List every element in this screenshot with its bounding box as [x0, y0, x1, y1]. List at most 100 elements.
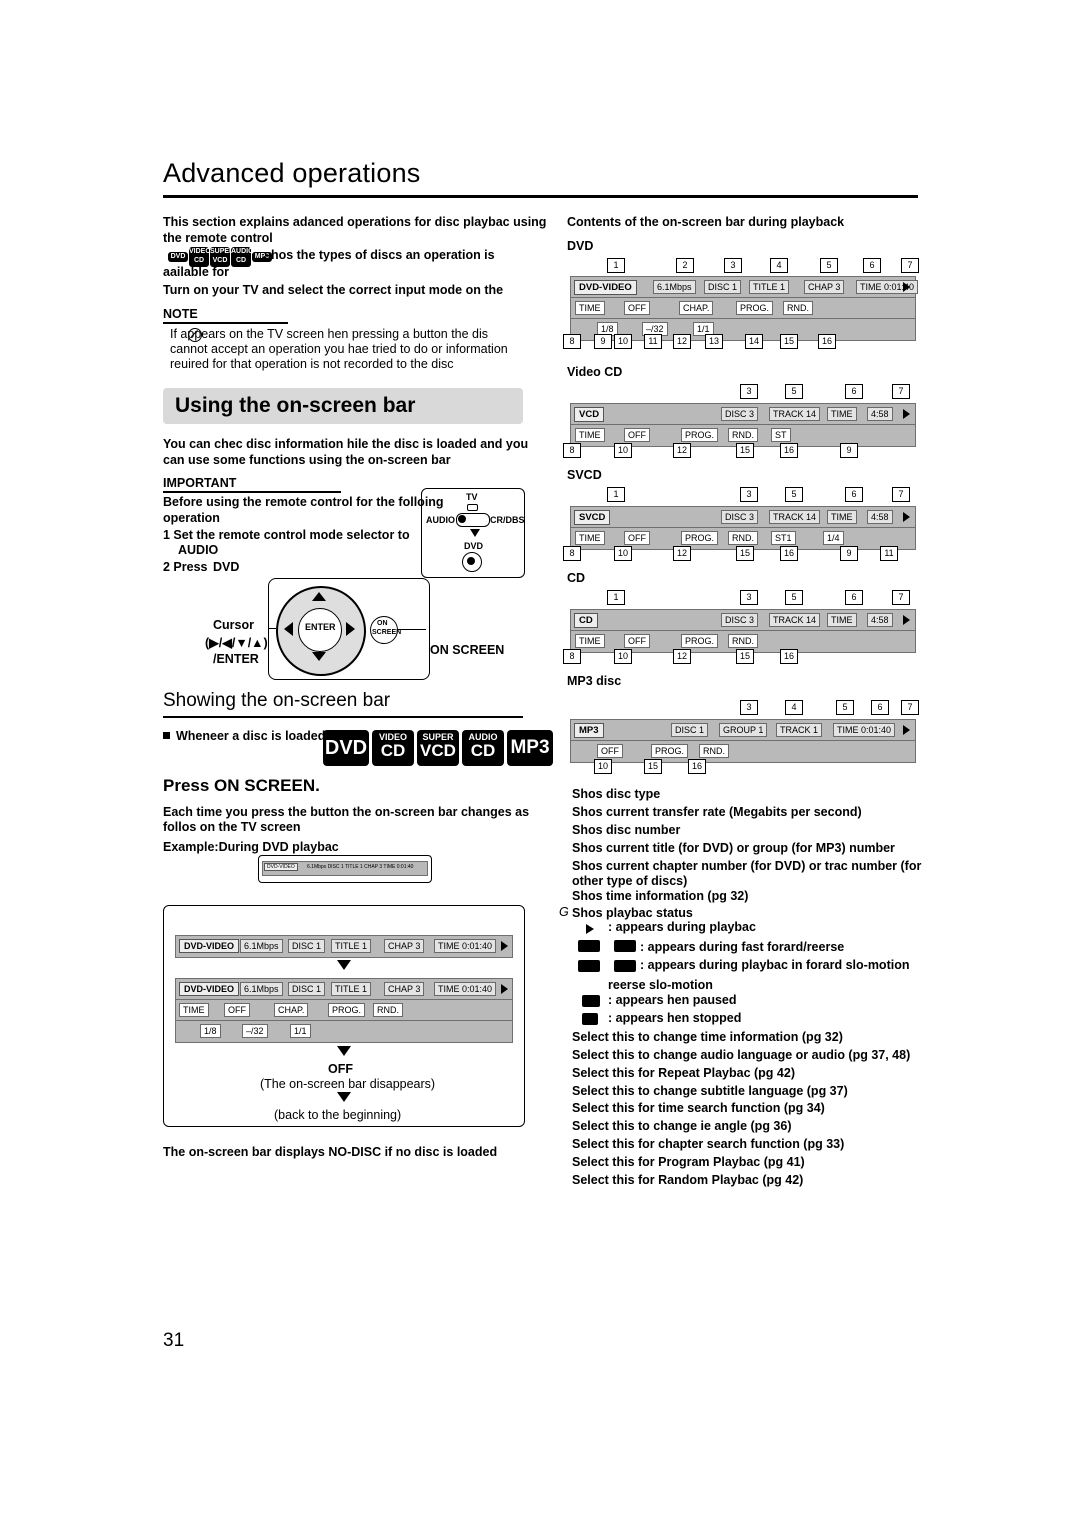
mp3-row2-prog[interactable]: PROG.: [651, 744, 689, 758]
rewind-icon: [614, 940, 636, 952]
dvd-row2-rnd[interactable]: RND.: [783, 301, 813, 315]
dvd-row2-time[interactable]: TIME: [575, 301, 605, 315]
svcd-bar-time-label: TIME: [827, 510, 857, 524]
title-rule: [163, 195, 918, 198]
selector-arrow-down: [470, 529, 480, 537]
cd-callout-1: 1: [607, 590, 625, 605]
example-off-sub: (The on-screen bar disappears): [260, 1077, 436, 1091]
svcd-callout-12: 12: [673, 546, 691, 561]
mp3-callout-4: 4: [785, 700, 803, 715]
mp3-row2-rnd[interactable]: RND.: [699, 744, 729, 758]
vcd-row2-rnd[interactable]: RND.: [728, 428, 758, 442]
intro-line-3: shos the types of discs an operation is: [264, 248, 495, 262]
svcd-row2-ratio[interactable]: 1/4: [823, 531, 844, 545]
vcd-row2-prog[interactable]: PROG.: [681, 428, 719, 442]
dvd-row2-prog[interactable]: PROG.: [736, 301, 774, 315]
callout-1: 1: [607, 258, 625, 273]
legend-select-3: Select this for Repeat Playbac (pg 42): [572, 1066, 795, 1080]
mp3-callout-5: 5: [836, 700, 854, 715]
callout-2: 2: [676, 258, 694, 273]
example-bar-2-play-icon: [501, 984, 508, 994]
callout-10: 10: [614, 334, 632, 349]
cursor-right-arrow[interactable]: [346, 622, 355, 636]
badge-large-video-cd: VIDEO CD: [372, 730, 414, 766]
section-body-1: You can chec disc information hile the d…: [163, 437, 529, 451]
cd-callout-16: 16: [780, 649, 798, 664]
callout-5: 5: [820, 258, 838, 273]
cd-row2-time[interactable]: TIME: [575, 634, 605, 648]
example-row2-off[interactable]: OFF: [224, 1003, 250, 1017]
dvd-row2-chap[interactable]: CHAP.: [679, 301, 714, 315]
example-row3-angle[interactable]: 1/1: [290, 1024, 311, 1038]
svcd-row2-off[interactable]: OFF: [624, 531, 650, 545]
svcd-callout-7: 7: [892, 487, 910, 502]
mp3-callout-10: 10: [594, 759, 612, 774]
example-row2-time[interactable]: TIME: [179, 1003, 209, 1017]
badge-audio-cd: AUDIO CD: [231, 247, 254, 267]
svcd-bar-time: 4:58: [867, 510, 893, 524]
vcd-callout-5: 5: [785, 384, 803, 399]
important-rule: [163, 491, 341, 493]
mp3-callout-16: 16: [688, 759, 706, 774]
mp3-row2-off[interactable]: OFF: [597, 744, 623, 758]
svcd-row2-st1[interactable]: ST1: [771, 531, 796, 545]
legend-status-6: : appears hen stopped: [608, 1011, 742, 1025]
cd-row2-prog[interactable]: PROG.: [681, 634, 719, 648]
svcd-callout-1: 1: [607, 487, 625, 502]
right-label-svcd: SVCD: [567, 468, 602, 482]
cd-row2-off[interactable]: OFF: [624, 634, 650, 648]
cursor-leader: [268, 628, 276, 629]
example-row2-chap[interactable]: CHAP.: [274, 1003, 309, 1017]
example-bar-2-chap: CHAP 3: [384, 982, 425, 996]
legend-select-9: Select this for Random Playbac (pg 42): [572, 1173, 804, 1187]
dvd-row2-off[interactable]: OFF: [624, 301, 650, 315]
mp3-bar-tag: MP3: [574, 723, 604, 738]
note-line-2: cannot accept an operation you hae tried…: [170, 342, 508, 356]
document-page: Advanced operations This section explain…: [0, 0, 1080, 1528]
dvd-bar-rate: 6.1Mbps: [653, 280, 696, 294]
vcd-callout-6: 6: [845, 384, 863, 399]
section-heading: Using the on-screen bar: [175, 394, 416, 417]
example-bar-1-tag: DVD-VIDEO: [179, 939, 240, 953]
vcd-row2-off[interactable]: OFF: [624, 428, 650, 442]
cd-bar-time-label: TIME: [827, 613, 857, 627]
svcd-row2-prog[interactable]: PROG.: [681, 531, 719, 545]
callout-16: 16: [818, 334, 836, 349]
example-bar-1-disc: DISC 1: [288, 939, 326, 953]
mode-selector-diagram: TV AUDIO VCR/DBS DVD: [421, 488, 525, 578]
vcd-bar-play-icon: [903, 409, 910, 419]
example-row3-audio[interactable]: 1/8: [200, 1024, 221, 1038]
cd-bar-track: TRACK 14: [769, 613, 821, 627]
cd-row2-rnd[interactable]: RND.: [728, 634, 758, 648]
slow-reverse-icon: [614, 960, 636, 972]
svcd-row2-time[interactable]: TIME: [575, 531, 605, 545]
vcd-row2-time[interactable]: TIME: [575, 428, 605, 442]
legend-select-6: Select this to change ie angle (pg 36): [572, 1119, 792, 1133]
svcd-bar-track: TRACK 14: [769, 510, 821, 524]
showing-heading: Showing the on-screen bar: [163, 690, 391, 711]
svcd-callout-8: 8: [563, 546, 581, 561]
mp3-bar-time: TIME 0:01:40: [833, 723, 896, 737]
right-label-mp3: MP3 disc: [567, 674, 622, 688]
stop-icon: [582, 1013, 598, 1025]
example-row2-prog[interactable]: PROG.: [328, 1003, 366, 1017]
legend-status-4: reerse slo-motion: [608, 978, 713, 992]
cursor-left-arrow[interactable]: [284, 622, 293, 636]
important-step-2: 2 Press: [163, 560, 208, 574]
mp3-callout-6: 6: [871, 700, 889, 715]
example-row2-rnd[interactable]: RND.: [373, 1003, 403, 1017]
svcd-bar-play-icon: [903, 512, 910, 522]
legend-select-5: Select this for time search function (pg…: [572, 1101, 825, 1115]
example-row3-subtitle[interactable]: –/32: [242, 1024, 268, 1038]
example-bar-1-time: TIME 0:01:40: [434, 939, 497, 953]
dvd-button-inner: [467, 557, 475, 565]
cursor-keys-label: (▶/◀/▼/▲): [205, 636, 268, 650]
vcd-row2-st[interactable]: ST: [771, 428, 791, 442]
svcd-bar-tag: SVCD: [574, 510, 611, 525]
example-bar-2-time: TIME 0:01:40: [434, 982, 497, 996]
svcd-row2-rnd[interactable]: RND.: [728, 531, 758, 545]
legend-status-3: : appears during playbac in forard slo-m…: [640, 958, 910, 972]
cursor-up-arrow[interactable]: [312, 592, 326, 601]
example-bar-2: DVD-VIDEO 6.1Mbps DISC 1 TITLE 1 CHAP 3 …: [175, 978, 513, 1001]
cursor-down-arrow[interactable]: [312, 652, 326, 661]
